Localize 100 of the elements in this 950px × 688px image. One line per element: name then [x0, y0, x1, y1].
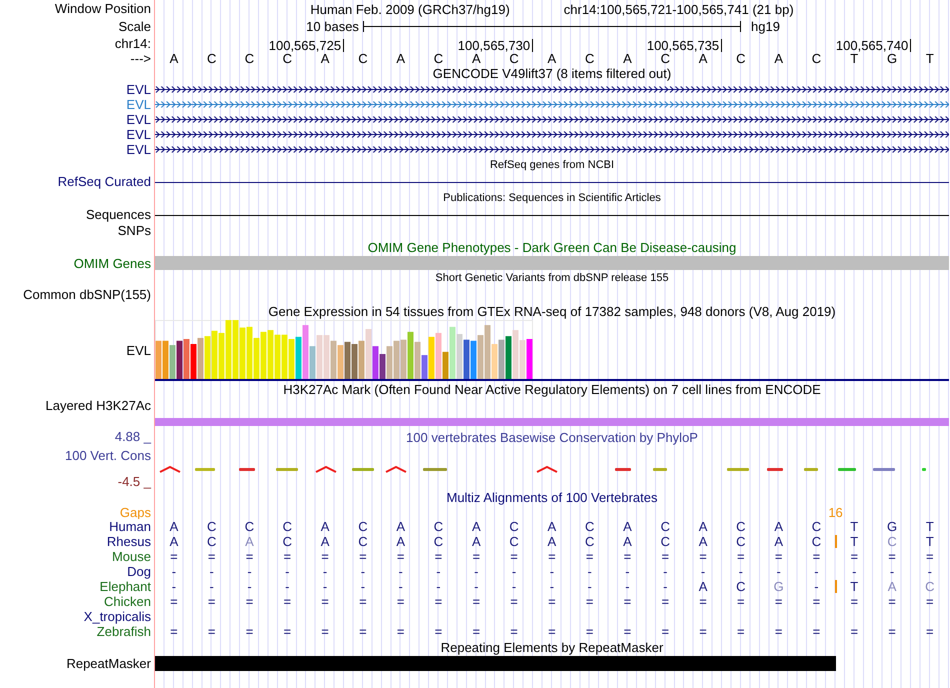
base-letter: C: [358, 51, 368, 66]
aligned-base: =: [624, 549, 632, 564]
aligned-base: -: [550, 564, 554, 579]
track-label[interactable]: RefSeq Curated: [58, 174, 151, 189]
track-label[interactable]: OMIM Genes: [74, 256, 151, 271]
aligned-base: G: [774, 579, 784, 594]
base-letter: A: [472, 51, 481, 66]
aligned-base: =: [774, 549, 782, 564]
aligned-base: =: [321, 624, 329, 639]
aligned-base: =: [283, 624, 292, 639]
track-label[interactable]: 100 Vert. Cons: [65, 448, 151, 463]
aligned-base: A: [245, 534, 254, 549]
base-letter: C: [509, 51, 519, 66]
aligned-base: A: [396, 519, 406, 534]
track-title: GENCODE V49lift37 (8 items filtered out): [432, 66, 672, 81]
aligned-base: -: [436, 579, 441, 594]
aligned-base: A: [396, 534, 406, 549]
base-letter: A: [548, 51, 556, 66]
aligned-base: =: [812, 624, 820, 639]
track-title: Short Genetic Variants from dbSNP release 155: [435, 271, 669, 286]
aligned-base: T: [850, 534, 858, 549]
track-title: RefSeq genes from NCBI: [490, 158, 614, 173]
track-label[interactable]: EVL: [126, 82, 151, 97]
track-label[interactable]: Human: [109, 519, 151, 534]
aligned-base: =: [586, 549, 594, 564]
track-label[interactable]: Layered H3K27Ac: [45, 398, 151, 413]
base-letter: C: [244, 51, 254, 66]
position-tick-label: 100,565,725: [155, 39, 344, 52]
aligned-base: =: [283, 549, 292, 564]
scale-max-label: 4.88 _: [114, 429, 151, 444]
aligned-base: C: [887, 534, 897, 549]
aligned-base: =: [737, 624, 745, 639]
track-label[interactable]: X_tropicalis: [84, 609, 151, 624]
aligned-base: =: [208, 594, 216, 609]
aligned-base: =: [661, 594, 670, 609]
aligned-base: T: [926, 519, 934, 534]
track-label[interactable]: Mouse: [112, 549, 151, 564]
track-label[interactable]: EVL: [126, 127, 151, 142]
aligned-base: =: [510, 549, 518, 564]
scale-text: 10 bases: [306, 19, 359, 34]
aligned-base: =: [472, 549, 480, 564]
base-letter: T: [926, 51, 934, 66]
aligned-base: C: [244, 519, 254, 534]
track-title: H3K27Ac Mark (Often Found Near Active Regulatory Elements) on 7 cell lines from ENCODE: [283, 382, 821, 397]
aligned-base: -: [814, 564, 819, 579]
track-label[interactable]: EVL: [126, 112, 151, 127]
aligned-base: =: [510, 594, 518, 609]
aligned-base: -: [776, 564, 781, 579]
aligned-base: =: [888, 624, 896, 639]
base-letter: C: [812, 51, 822, 66]
aligned-base: =: [548, 594, 556, 609]
aligned-base: A: [623, 534, 632, 549]
aligned-base: =: [434, 549, 442, 564]
aligned-base: =: [359, 624, 367, 639]
aligned-base: =: [359, 594, 367, 609]
base-letter: A: [170, 51, 178, 66]
aligned-base: -: [322, 579, 328, 594]
aligned-base: =: [888, 549, 896, 564]
aligned-base: -: [550, 579, 554, 594]
aligned-base: =: [661, 624, 670, 639]
track-label[interactable]: EVL: [126, 97, 151, 112]
track-label[interactable]: Dog: [127, 564, 151, 579]
track-label[interactable]: RepeatMasker: [66, 656, 151, 671]
aligned-base: C: [282, 534, 292, 549]
track-label[interactable]: Elephant: [100, 579, 151, 594]
aligned-base: =: [850, 549, 858, 564]
track-label[interactable]: SNPs: [118, 223, 151, 238]
aligned-base: =: [624, 624, 632, 639]
aligned-base: =: [586, 624, 594, 639]
aligned-base: C: [434, 519, 444, 534]
track-label: Scale: [118, 19, 151, 34]
aligned-base: -: [625, 564, 630, 579]
aligned-base: -: [247, 564, 252, 579]
strand-label: --->: [130, 51, 151, 66]
track-label[interactable]: Rhesus: [106, 534, 151, 549]
aligned-base: -: [663, 579, 668, 594]
track-label[interactable]: Chicken: [104, 594, 151, 609]
track-label[interactable]: Sequences: [86, 207, 151, 222]
track-label[interactable]: EVL: [126, 343, 151, 358]
aligned-base: =: [699, 624, 707, 639]
aligned-base: =: [170, 594, 178, 609]
track-label[interactable]: EVL: [126, 142, 151, 157]
aligned-base: =: [548, 624, 556, 639]
aligned-base: -: [512, 579, 516, 594]
aligned-base: =: [624, 594, 632, 609]
aligned-base: C: [812, 534, 822, 549]
gap-count: 16: [828, 506, 843, 519]
aligned-base: A: [623, 519, 632, 534]
aligned-base: T: [926, 534, 934, 549]
track-title: Multiz Alignments of 100 Vertebrates: [446, 490, 658, 505]
aligned-base: A: [888, 579, 896, 594]
aligned-base: -: [587, 579, 592, 594]
aligned-base: =: [396, 624, 404, 639]
aligned-base: A: [698, 519, 708, 534]
aligned-base: C: [660, 519, 670, 534]
track-label[interactable]: Common dbSNP(155): [23, 287, 151, 302]
aligned-base: A: [698, 579, 708, 594]
aligned-base: =: [321, 594, 329, 609]
track-label[interactable]: Zebrafish: [96, 624, 151, 639]
assembly-text: Human Feb. 2009 (GRCh37/hg19): [310, 2, 510, 16]
